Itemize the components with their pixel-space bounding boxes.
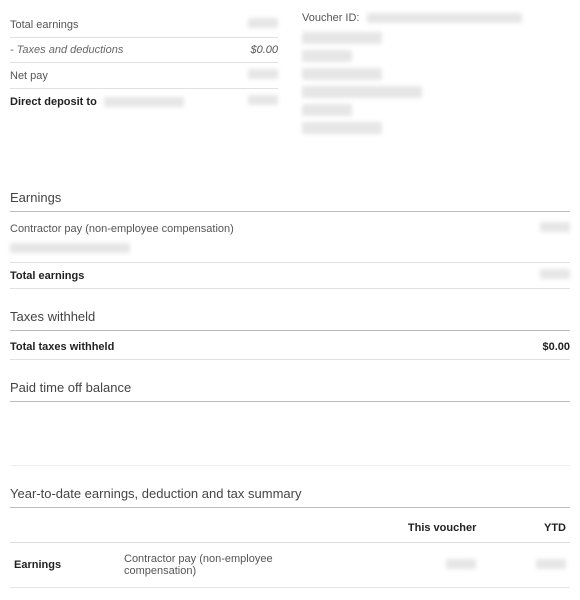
direct-deposit-label: Direct deposit to: [10, 96, 97, 108]
pto-title: Paid time off balance: [10, 380, 570, 402]
row-taxes-deductions: - Taxes and deductions $0.00: [10, 38, 278, 63]
summary-right-column: Voucher ID:: [298, 12, 570, 140]
earnings-contractor-value: [540, 222, 570, 235]
ytd-title: Year-to-date earnings, deduction and tax…: [10, 486, 570, 508]
earnings-contractor-label: Contractor pay (non-employee compensatio…: [10, 223, 234, 235]
earnings-contractor-detail-redacted: [10, 243, 130, 253]
ytd-section: Year-to-date earnings, deduction and tax…: [10, 486, 570, 588]
direct-deposit-value: [248, 95, 278, 108]
earnings-section: Earnings Contractor pay (non-employee co…: [10, 190, 570, 289]
total-earnings-value: [248, 18, 278, 31]
voucher-id-value-redacted: [367, 13, 522, 23]
earnings-total-label: Total earnings: [10, 270, 84, 282]
voucher-id-label: Voucher ID:: [302, 12, 359, 24]
row-direct-deposit: Direct deposit to: [10, 89, 278, 114]
taxes-deductions-label: - Taxes and deductions: [10, 44, 123, 56]
direct-deposit-label-wrap: Direct deposit to: [10, 96, 184, 108]
ytd-header-empty1: [10, 514, 120, 543]
earnings-contractor-row: Contractor pay (non-employee compensatio…: [10, 216, 570, 241]
ytd-earnings-this-value: [300, 543, 480, 588]
ytd-earnings-row: Earnings Contractor pay (non-employee co…: [10, 543, 570, 588]
taxes-title: Taxes withheld: [10, 309, 570, 331]
voucher-id-line: Voucher ID:: [302, 12, 570, 24]
earnings-contractor-subline: [10, 241, 570, 263]
ytd-table: This voucher YTD Earnings Contractor pay…: [10, 514, 570, 588]
top-summary-area: Total earnings - Taxes and deductions $0…: [10, 12, 570, 140]
earnings-total-row: Total earnings: [10, 263, 570, 289]
ytd-earnings-ytd-value: [480, 543, 570, 588]
taxes-deductions-value: $0.00: [250, 44, 278, 56]
taxes-section: Taxes withheld Total taxes withheld $0.0…: [10, 309, 570, 360]
ytd-earnings-rowhead: Earnings: [10, 543, 120, 588]
pto-section: Paid time off balance: [10, 380, 570, 466]
row-total-earnings: Total earnings: [10, 12, 278, 38]
ytd-header-this-voucher: This voucher: [300, 514, 480, 543]
ytd-header-empty2: [120, 514, 300, 543]
summary-left-column: Total earnings - Taxes and deductions $0…: [10, 12, 278, 140]
earnings-total-value: [540, 269, 570, 282]
pto-empty-area: [10, 406, 570, 466]
earnings-title: Earnings: [10, 190, 570, 212]
row-net-pay: Net pay: [10, 63, 278, 89]
taxes-total-value: $0.00: [542, 341, 570, 353]
address-block-redacted: [302, 32, 570, 134]
ytd-earnings-desc: Contractor pay (non-employee compensatio…: [120, 543, 300, 588]
ytd-header-row: This voucher YTD: [10, 514, 570, 543]
net-pay-value: [248, 69, 278, 82]
taxes-total-row: Total taxes withheld $0.00: [10, 335, 570, 360]
ytd-header-ytd: YTD: [480, 514, 570, 543]
net-pay-label: Net pay: [10, 70, 48, 82]
direct-deposit-account-redacted: [104, 97, 184, 107]
taxes-total-label: Total taxes withheld: [10, 341, 114, 353]
total-earnings-label: Total earnings: [10, 19, 79, 31]
